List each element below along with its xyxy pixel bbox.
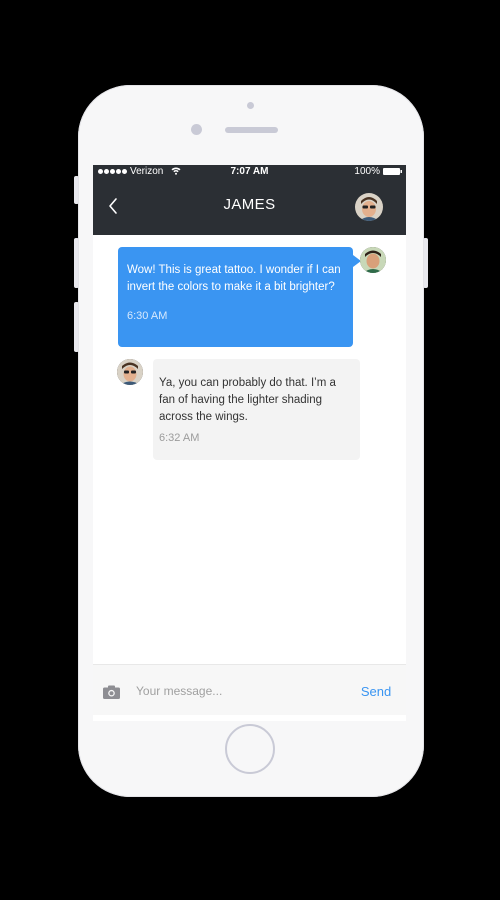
phone-screen: Verizon 7:07 AM 100% JAMES Wow! This is … xyxy=(93,165,406,721)
message-time: 6:30 AM xyxy=(127,310,168,322)
front-camera xyxy=(247,102,254,109)
home-button[interactable] xyxy=(225,724,275,774)
contact-avatar-small xyxy=(117,359,143,385)
chat-header: Verizon 7:07 AM 100% JAMES xyxy=(93,165,406,235)
earpiece-speaker xyxy=(225,127,278,133)
message-list[interactable]: Wow! This is great tattoo. I wonder if I… xyxy=(93,235,406,665)
message-text: Wow! This is great tattoo. I wonder if I… xyxy=(127,264,341,293)
status-bar: Verizon 7:07 AM 100% xyxy=(93,165,406,178)
incoming-message: Ya, you can probably do that. I’m a fan … xyxy=(153,359,360,460)
outgoing-message: Wow! This is great tattoo. I wonder if I… xyxy=(118,247,361,347)
battery-icon xyxy=(383,168,402,175)
send-button[interactable]: Send xyxy=(355,678,397,704)
battery-percentage: 100% xyxy=(354,166,380,177)
message-text: Ya, you can probably do that. I’m a fan … xyxy=(159,377,336,423)
screen-bottom-edge xyxy=(93,715,406,721)
message-composer: Send xyxy=(93,664,406,716)
message-input[interactable] xyxy=(136,681,336,701)
message-time: 6:32 AM xyxy=(159,432,200,444)
camera-icon[interactable] xyxy=(103,685,120,699)
contact-avatar[interactable] xyxy=(355,193,383,221)
proximity-sensor xyxy=(191,124,202,135)
sender-avatar xyxy=(360,247,386,273)
